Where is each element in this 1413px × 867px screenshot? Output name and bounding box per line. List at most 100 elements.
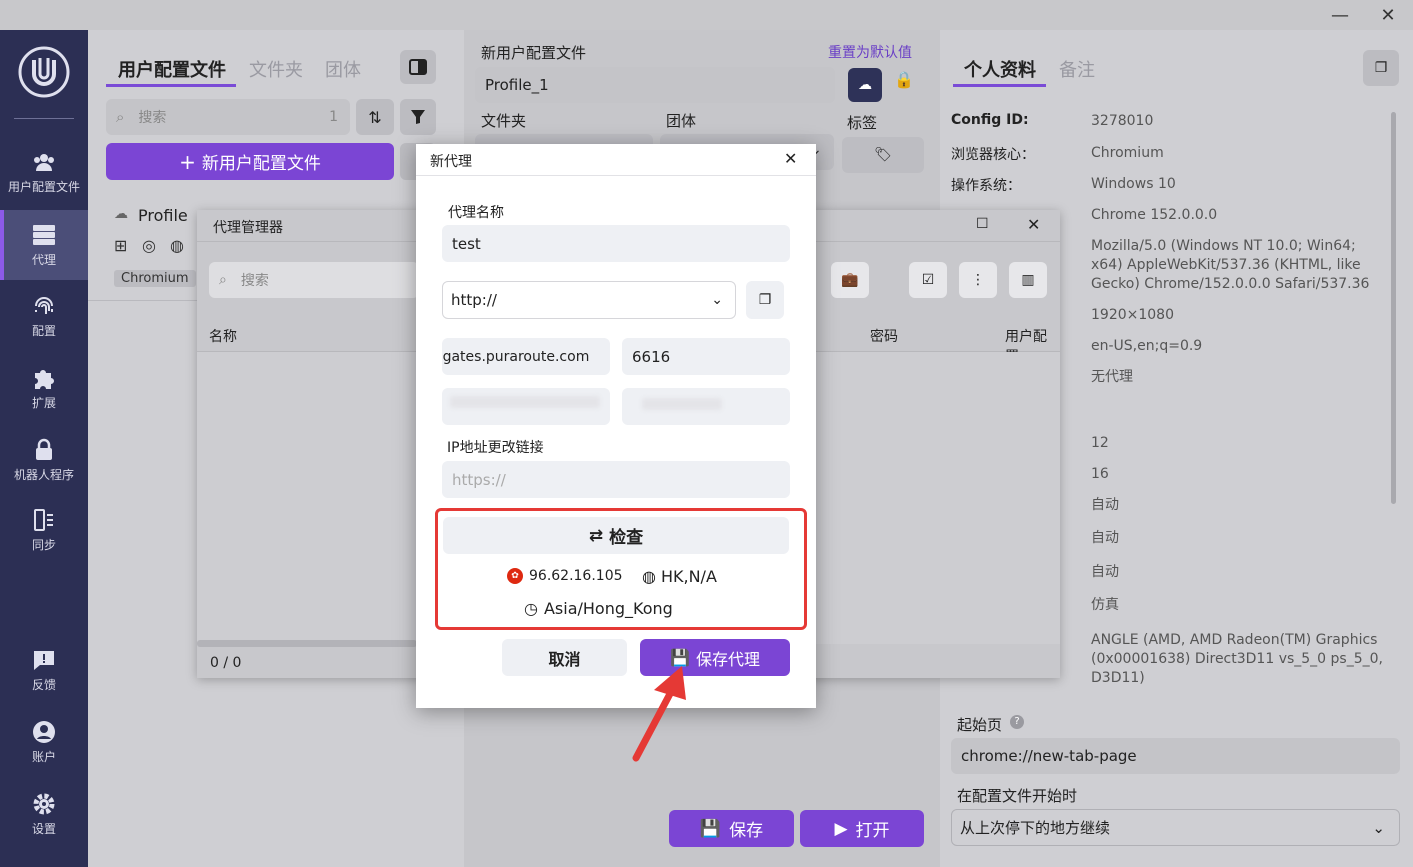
close-icon[interactable]: ✕ [1027,215,1040,234]
proxy-count: 0 / 0 [210,655,242,671]
feedback-icon [34,651,54,670]
username-input[interactable] [442,388,610,425]
on-start-value: 从上次停下的地方继续 [960,819,1111,837]
profile-name-value: Profile_1 [485,76,549,94]
plus-icon: + [179,149,196,174]
proxy-name-input[interactable]: test [442,225,790,262]
nav-label: 账户 [31,750,56,764]
chrome-icon: ◎ [142,236,156,255]
nav-label: 设置 [31,822,56,836]
proxy-select-button[interactable]: ☑ [909,262,947,298]
tab-underline [106,84,236,87]
nav-item-sync[interactable]: 同步 [0,498,88,562]
nav-label: 反馈 [31,678,56,692]
detail-value: 12 [1091,435,1109,451]
filter-button[interactable] [400,99,436,135]
protocol-select[interactable]: http:// ⌄ [442,281,736,319]
detail-value: Chrome 152.0.0.0 [1091,207,1218,223]
nav-item-profiles[interactable]: 用户配置文件 [0,140,88,204]
close-icon[interactable]: ✕ [1366,0,1410,30]
tag-label: 标签 [847,114,878,132]
reset-link[interactable]: 重置为默认值 [828,42,912,62]
host-value: agates.puraroute.com [442,348,590,365]
nav-label: 同步 [31,538,56,552]
sync-icon [34,509,53,531]
local-storage-lock-icon[interactable]: 🔒 [894,70,924,100]
cancel-button[interactable]: 取消 [502,639,627,676]
fingerprint-icon [35,297,53,314]
startpage-value: chrome://new-tab-page [961,747,1137,765]
sort-button[interactable]: ⇅ [356,99,394,135]
gear-icon [33,793,55,815]
tab-personal-info[interactable]: 个人资料 [964,56,1036,82]
filter-icon [411,110,425,124]
maximize-icon[interactable]: ☐ [976,216,989,232]
proxy-search-input[interactable]: ⌕ 搜索 [209,262,419,298]
search-placeholder: 搜索 [138,110,167,126]
details-scrollbar[interactable] [1391,112,1396,504]
startpage-input[interactable]: chrome://new-tab-page [951,738,1400,774]
nav-item-feedback[interactable]: 反馈 [0,638,88,702]
tab-underline [953,84,1046,87]
on-start-label: 在配置文件开始时 [957,787,1078,805]
copy-icon: ❐ [758,292,772,308]
users-icon [34,154,54,171]
close-icon[interactable]: ✕ [784,149,797,168]
nav-item-robots[interactable]: 机器人程序 [0,428,88,492]
detail-value: 1920×1080 [1091,307,1174,323]
new-profile-button[interactable]: + 新用户配置文件 [106,143,394,180]
search-count: 1 [329,109,338,125]
clock-icon: ◷ [524,599,538,618]
redacted-password [642,398,722,410]
detail-value: Mozilla/5.0 (Windows NT 10.0; Win64; x64… [1091,238,1370,292]
on-start-select[interactable]: 从上次停下的地方继续 ⌄ [951,809,1400,846]
proxy-more-button[interactable]: ⋮ [959,262,997,298]
password-input[interactable] [622,388,790,425]
detail-value: 无代理 [1091,369,1133,385]
tab-groups[interactable]: 团体 [325,56,361,82]
host-input[interactable]: agates.puraroute.com [442,338,610,375]
detail-value: 自动 [1091,530,1119,546]
proxy-columns-button[interactable]: ▥ [1009,262,1047,298]
search-placeholder: 搜索 [240,273,269,289]
check-proxy-button[interactable]: ⇄ 检查 [443,517,789,554]
chevron-down-icon: ⌄ [1372,818,1385,837]
search-icon: ⌕ [219,272,227,288]
copy-icon: ❐ [1374,60,1388,76]
open-profile-button[interactable]: ▶ 打开 [800,810,924,847]
tab-folders[interactable]: 文件夹 [249,56,303,82]
profile-search-input[interactable]: ⌕ 搜索 1 [106,99,350,135]
tab-notes[interactable]: 备注 [1059,56,1095,82]
nav-item-proxy[interactable]: 代理 [0,210,88,280]
paste-proxy-button[interactable]: ❐ [746,281,784,319]
copy-details-button[interactable]: ❐ [1363,50,1399,86]
cloud-icon: ☁ [858,77,872,93]
nav-label: 机器人程序 [13,468,74,482]
hk-flag-icon: ✿ [507,568,523,584]
nav-item-account[interactable]: 账户 [0,710,88,774]
nav-item-extensions[interactable]: 扩展 [0,356,88,420]
browser-badge: Chromium [114,270,196,287]
nav-item-config[interactable]: 配置 [0,284,88,348]
help-icon[interactable]: ? [1010,715,1024,729]
server-icon [33,225,55,245]
detail-value: Chromium [1091,145,1164,161]
profile-name-input[interactable]: Profile_1 [475,67,835,103]
port-input[interactable]: 6616 [622,338,790,375]
puzzle-icon [35,370,54,389]
cloud-storage-button[interactable]: ☁ [848,68,882,102]
proxy-toolbar-button[interactable]: 💼 [831,262,869,298]
horizontal-scrollbar[interactable] [197,640,417,647]
proxy-name-label: 代理名称 [448,205,504,221]
app-logo-icon [16,44,72,100]
minimize-icon[interactable]: — [1318,0,1362,30]
save-profile-button[interactable]: 💾 保存 [669,810,794,847]
startpage-label: 起始页 [957,716,1003,734]
sort-icon: ⇅ [368,107,382,127]
tag-button[interactable]: 🏷 [842,137,924,173]
nav-item-settings[interactable]: 设置 [0,782,88,846]
panel-toggle-button[interactable] [400,50,436,84]
tab-profiles[interactable]: 用户配置文件 [118,56,226,82]
ip-change-input[interactable]: https:// [442,461,790,498]
detail-value: 16 [1091,466,1109,482]
